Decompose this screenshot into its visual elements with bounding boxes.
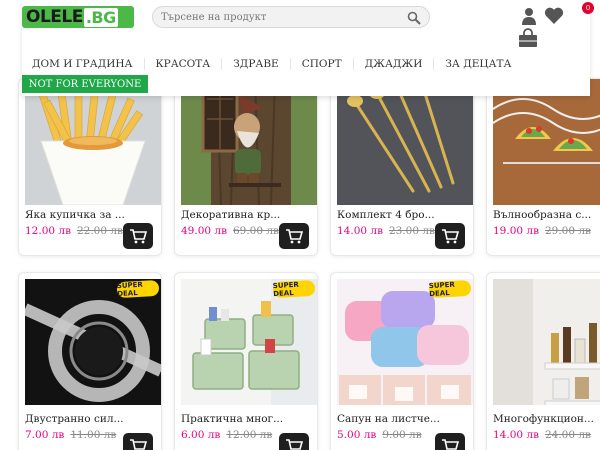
product-card[interactable]: Вълнообразна с... 19.00 лв 29.00 лв (486, 78, 600, 256)
cart-icon (442, 228, 459, 243)
nav-item-beauty[interactable]: КРАСОТА (145, 58, 223, 70)
product-card[interactable]: SUPER DEAL Сапун на листче... 5.00 лв 9.0… (330, 272, 474, 450)
super-deal-badge: SUPER DEAL (116, 279, 160, 299)
product-image-fries-cup[interactable] (25, 79, 161, 205)
super-deal-badge: SUPER DEAL (272, 279, 316, 299)
product-old-price: 24.00 лв (544, 429, 591, 441)
search-box[interactable] (152, 6, 430, 28)
product-old-price: 11.00 лв (70, 429, 117, 441)
nav-item-gadgets[interactable]: ДЖАДЖИ (354, 58, 435, 70)
product-card[interactable]: Яка купичка за ... 12.00 лв 22.00 лв (18, 78, 162, 256)
add-to-cart-button[interactable] (435, 433, 465, 450)
product-card[interactable]: SUPER DEAL Двустранно сил... 7.00 лв 11.0… (18, 272, 162, 450)
product-price: 12.00 лв (25, 225, 71, 237)
product-name[interactable]: Сапун на листче... (337, 413, 455, 425)
shopping-bag-icon[interactable] (518, 28, 538, 52)
nav-item-home-garden[interactable]: ДОМ И ГРАДИНА (22, 58, 145, 70)
nav-item-health[interactable]: ЗДРАВЕ (222, 58, 291, 70)
product-old-price: 69.00 лв (232, 225, 279, 237)
price-row: 7.00 лв 11.00 лв (25, 429, 116, 441)
cart-icon (442, 438, 459, 450)
product-old-price: 23.00 лв (388, 225, 435, 237)
product-card[interactable]: Комплект 4 бро... 14.00 лв 23.00 лв (330, 78, 474, 256)
logo-text: OLELE (26, 7, 83, 27)
price-row: 6.00 лв 12.00 лв (181, 429, 272, 441)
product-image-kitchen-shelf[interactable] (493, 279, 600, 405)
cart-icon (130, 228, 147, 243)
add-to-cart-button[interactable] (435, 223, 465, 249)
product-name[interactable]: Двустранно сил... (25, 413, 143, 425)
price-row: 14.00 лв 23.00 лв (337, 225, 435, 237)
cart-icon (286, 228, 303, 243)
logo-domain: .BG (83, 7, 118, 27)
product-name[interactable]: Яка купичка за ... (25, 209, 143, 221)
cart-icon (130, 438, 147, 450)
heart-icon[interactable] (544, 7, 564, 28)
super-deal-badge: SUPER DEAL (428, 279, 472, 299)
product-price: 14.00 лв (337, 225, 383, 237)
product-name[interactable]: Многофункцион... (493, 413, 600, 425)
product-card[interactable]: Декоративна кр... 49.00 лв 69.00 лв (174, 78, 318, 256)
add-to-cart-button[interactable] (279, 223, 309, 249)
product-old-price: 22.00 лв (76, 225, 123, 237)
product-price: 19.00 лв (493, 225, 539, 237)
product-image-gold-spoons[interactable] (337, 79, 473, 205)
price-row: 12.00 лв 22.00 лв (25, 225, 123, 237)
price-row: 49.00 лв 69.00 лв (181, 225, 279, 237)
product-grid: Яка купичка за ... 12.00 лв 22.00 лв Дек… (18, 78, 600, 450)
product-old-price: 9.00 лв (382, 429, 422, 441)
product-price: 7.00 лв (25, 429, 65, 441)
price-row: 14.00 лв 24.00 лв (493, 429, 591, 441)
product-card[interactable]: Многофункцион... 14.00 лв 24.00 лв (486, 272, 600, 450)
product-name[interactable]: Практична мног... (181, 413, 299, 425)
product-price: 5.00 лв (337, 429, 377, 441)
search-input[interactable] (161, 9, 401, 25)
product-old-price: 29.00 лв (544, 225, 591, 237)
add-to-cart-button[interactable] (123, 223, 153, 249)
user-icon[interactable] (522, 7, 536, 29)
price-row: 19.00 лв 29.00 лв (493, 225, 591, 237)
site-header: OLELE.BG 0 ДОМ И ГРАДИНА КРАСОТА ЗДРАВЕ … (22, 0, 594, 96)
nav-item-kids[interactable]: ЗА ДЕЦАТА (434, 58, 522, 70)
main-navigation: ДОМ И ГРАДИНА КРАСОТА ЗДРАВЕ СПОРТ ДЖАДЖ… (22, 54, 523, 74)
product-image-storage-baskets[interactable] (181, 279, 317, 405)
product-price: 14.00 лв (493, 429, 539, 441)
cart-icon (286, 438, 303, 450)
add-to-cart-button[interactable] (279, 433, 309, 450)
site-logo[interactable]: OLELE .BG (22, 6, 134, 28)
add-to-cart-button[interactable] (123, 433, 153, 450)
product-price: 49.00 лв (181, 225, 227, 237)
product-name[interactable]: Декоративна кр... (181, 209, 299, 221)
product-image-double-sided-tape[interactable] (25, 279, 161, 405)
wishlist-count-badge: 0 (582, 2, 594, 14)
product-name[interactable]: Вълнообразна с... (493, 209, 600, 221)
product-card[interactable]: SUPER DEAL Практична мног... 6.00 лв 12.0… (174, 272, 318, 450)
product-image-paper-soap[interactable] (337, 279, 473, 405)
product-name[interactable]: Комплект 4 бро... (337, 209, 455, 221)
product-image-gnome-statue[interactable] (181, 79, 317, 205)
product-old-price: 12.00 лв (226, 429, 273, 441)
search-icon[interactable] (407, 10, 421, 29)
product-image-taco-holder[interactable] (493, 79, 600, 205)
price-row: 5.00 лв 9.00 лв (337, 429, 422, 441)
not-for-everyone-link[interactable]: NOT FOR EVERYONE (22, 75, 148, 93)
nav-item-sport[interactable]: СПОРТ (291, 58, 354, 70)
product-price: 6.00 лв (181, 429, 221, 441)
